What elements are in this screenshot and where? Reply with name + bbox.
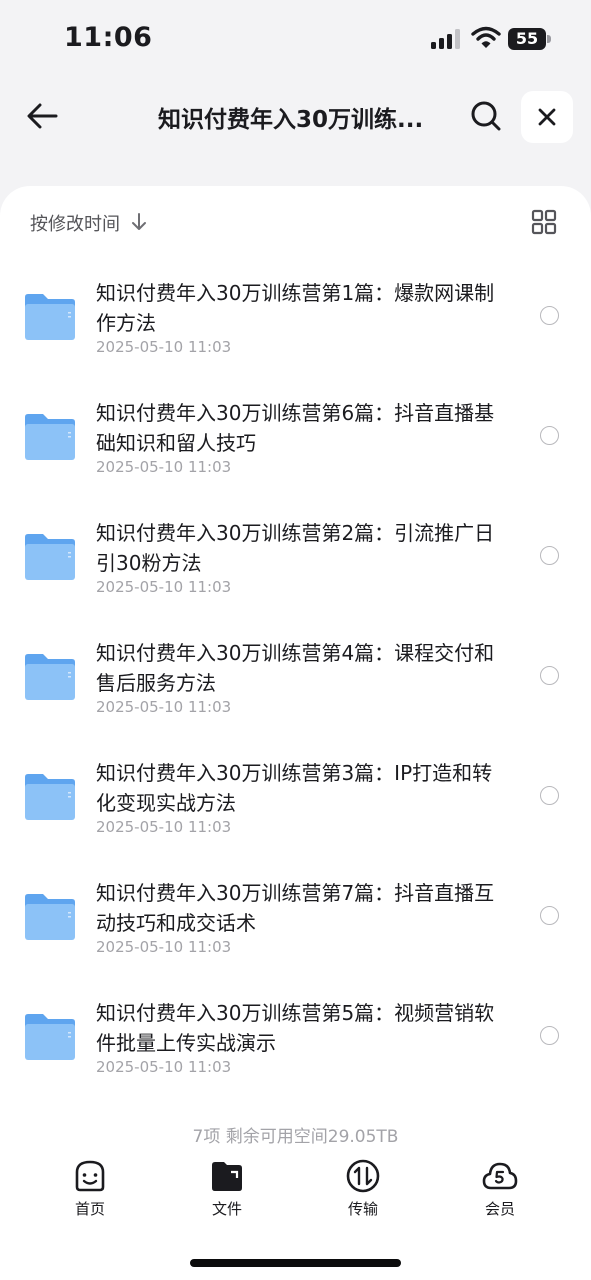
folder-icon bbox=[25, 894, 75, 940]
folder-icon bbox=[25, 1014, 75, 1060]
home-indicator bbox=[190, 1259, 401, 1267]
tab-home-label: 首页 bbox=[74, 1200, 105, 1218]
status-time: 11:06 bbox=[64, 22, 153, 53]
battery-level: 55 bbox=[515, 29, 539, 48]
file-item[interactable]: 知识付费年入30万训练营第3篇：IP打造和转化变现实战方法 2025-05-10… bbox=[0, 740, 591, 860]
battery-indicator: 55 bbox=[508, 28, 552, 50]
status-bar: 11:06 55 bbox=[0, 0, 591, 80]
cellular-signal-icon bbox=[431, 29, 460, 49]
search-icon bbox=[471, 101, 501, 131]
page-title: 知识付费年入30万训练... bbox=[158, 107, 424, 133]
select-radio[interactable] bbox=[540, 306, 559, 325]
select-radio[interactable] bbox=[540, 426, 559, 445]
select-radio[interactable] bbox=[540, 786, 559, 805]
close-icon bbox=[538, 108, 556, 126]
file-date: 2025-05-10 11:03 bbox=[96, 698, 232, 716]
file-name: 知识付费年入30万训练营第1篇：爆款网课制作方法 bbox=[96, 281, 495, 335]
home-face-icon bbox=[75, 1160, 105, 1192]
file-item[interactable]: 知识付费年入30万训练营第7篇：抖音直播互动技巧和成交话术 2025-05-10… bbox=[0, 860, 591, 980]
select-radio[interactable] bbox=[540, 906, 559, 925]
file-item[interactable]: 知识付费年入30万训练营第5篇：视频营销软件批量上传实战演示 2025-05-1… bbox=[0, 980, 591, 1100]
transfer-icon bbox=[346, 1159, 380, 1193]
file-item[interactable]: 知识付费年入30万训练营第2篇：引流推广日引30粉方法 2025-05-10 1… bbox=[0, 500, 591, 620]
file-date: 2025-05-10 11:03 bbox=[96, 1058, 232, 1076]
wifi-icon bbox=[471, 26, 501, 48]
screen: 11:06 55 知识付费年入30万训练... 按修改时间 知识付费年入30万训… bbox=[0, 0, 591, 1280]
file-name: 知识付费年入30万训练营第2篇：引流推广日引30粉方法 bbox=[96, 521, 495, 575]
arrow-down-icon[interactable] bbox=[130, 212, 148, 232]
storage-summary: 7项 剩余可用空间29.05TB bbox=[192, 1127, 399, 1147]
folder-icon bbox=[25, 774, 75, 820]
search-button[interactable] bbox=[462, 92, 510, 140]
back-button[interactable] bbox=[18, 92, 66, 140]
file-item[interactable]: 知识付费年入30万训练营第4篇：课程交付和售后服务方法 2025-05-10 1… bbox=[0, 620, 591, 740]
file-date: 2025-05-10 11:03 bbox=[96, 338, 232, 356]
battery-cap bbox=[547, 35, 551, 43]
file-item[interactable]: 知识付费年入30万训练营第1篇：爆款网课制作方法 2025-05-10 11:0… bbox=[0, 260, 591, 380]
navigation-header: 知识付费年入30万训练... bbox=[0, 88, 591, 148]
tab-bar: 首页 文件 传输 会员 bbox=[0, 1152, 591, 1222]
tab-transfer[interactable]: 传输 bbox=[323, 1152, 403, 1222]
tab-member[interactable]: 会员 bbox=[460, 1152, 540, 1222]
tab-home[interactable]: 首页 bbox=[50, 1152, 130, 1222]
file-date: 2025-05-10 11:03 bbox=[96, 458, 232, 476]
folder-file-icon bbox=[212, 1162, 242, 1191]
file-name: 知识付费年入30万训练营第4篇：课程交付和售后服务方法 bbox=[96, 641, 495, 695]
select-radio[interactable] bbox=[540, 1026, 559, 1045]
sort-button[interactable]: 按修改时间 bbox=[30, 210, 120, 236]
folder-icon bbox=[25, 294, 75, 340]
arrow-left-icon bbox=[27, 103, 58, 129]
tab-files-label: 文件 bbox=[211, 1200, 242, 1218]
file-date: 2025-05-10 11:03 bbox=[96, 818, 232, 836]
member-cloud-icon bbox=[482, 1162, 518, 1190]
folder-icon bbox=[25, 534, 75, 580]
file-date: 2025-05-10 11:03 bbox=[96, 938, 232, 956]
tab-member-label: 会员 bbox=[484, 1200, 515, 1218]
folder-icon bbox=[25, 654, 75, 700]
file-date: 2025-05-10 11:03 bbox=[96, 578, 232, 596]
tab-transfer-label: 传输 bbox=[347, 1200, 378, 1218]
file-list-panel: 按修改时间 知识付费年入30万训练营第1篇：爆款网课制作方法 2025-05-1… bbox=[0, 186, 591, 1280]
tab-files[interactable]: 文件 bbox=[187, 1152, 267, 1222]
file-name: 知识付费年入30万训练营第6篇：抖音直播基础知识和留人技巧 bbox=[96, 401, 495, 455]
select-radio[interactable] bbox=[540, 546, 559, 565]
file-name: 知识付费年入30万训练营第5篇：视频营销软件批量上传实战演示 bbox=[96, 1001, 495, 1055]
grid-view-icon[interactable] bbox=[530, 208, 558, 236]
file-name: 知识付费年入30万训练营第3篇：IP打造和转化变现实战方法 bbox=[96, 761, 493, 815]
folder-icon bbox=[25, 414, 75, 460]
select-radio[interactable] bbox=[540, 666, 559, 685]
close-button[interactable] bbox=[521, 91, 573, 143]
file-list: 知识付费年入30万训练营第1篇：爆款网课制作方法 2025-05-10 11:0… bbox=[0, 260, 591, 1100]
file-item[interactable]: 知识付费年入30万训练营第6篇：抖音直播基础知识和留人技巧 2025-05-10… bbox=[0, 380, 591, 500]
file-name: 知识付费年入30万训练营第7篇：抖音直播互动技巧和成交话术 bbox=[96, 881, 495, 935]
sort-toolbar: 按修改时间 bbox=[30, 208, 561, 238]
